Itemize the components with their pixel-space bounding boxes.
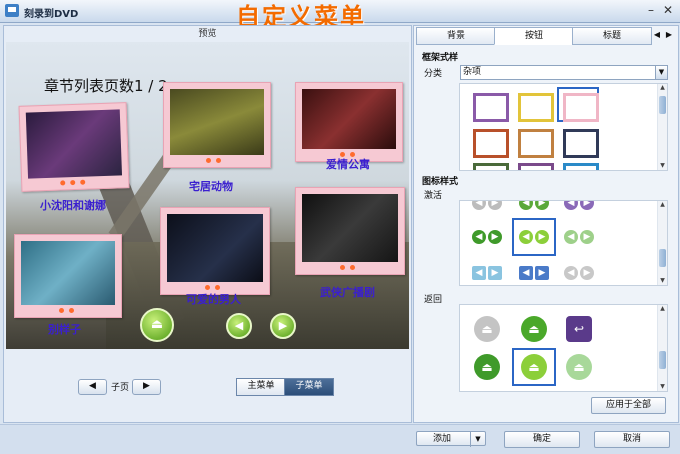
chapter-thumbnail-4[interactable]	[14, 234, 122, 318]
return-label: 返回	[424, 295, 443, 305]
chapter-thumbnail-2[interactable]	[163, 82, 271, 168]
frame-style-option[interactable]	[470, 160, 509, 170]
preview-panel: 预览 章节列表页数1 / 2 小沈阳和谢娜 宅居动物 爱情公寓 别样子 可爱的男…	[3, 25, 412, 423]
chapter-caption-2[interactable]: 宅居动物	[189, 178, 233, 194]
settings-panel: 背景 按钮 标题 ◀ ▶ 框架式样 分类 杂项 ▼ ▲ ▼ 图标样式 激活 ◀ ▶ …	[413, 25, 679, 423]
frame-style-option-selected[interactable]	[557, 87, 599, 122]
frame-style-label: 框架式样	[422, 53, 459, 63]
icon-style-option-selected[interactable]: ⏏	[512, 348, 556, 386]
category-select[interactable]: 杂项 ▼	[460, 65, 668, 80]
frame-style-option[interactable]	[470, 126, 509, 158]
chapter-thumbnail-1[interactable]	[18, 102, 130, 192]
icon-style-option[interactable]: ⏏	[468, 351, 506, 383]
return-grid-scrollbar[interactable]: ▲ ▼	[657, 305, 667, 391]
frame-style-option[interactable]	[515, 90, 554, 122]
frame-grid-scrollbar[interactable]: ▲ ▼	[657, 84, 667, 170]
chapter-thumbnail-3[interactable]	[295, 82, 403, 162]
prev-subpage-button[interactable]: ◀	[78, 379, 107, 395]
chapter-caption-5[interactable]: 可爱的男人	[186, 291, 241, 307]
icon-style-option[interactable]: ⏏	[515, 313, 553, 345]
chevron-down-icon: ▼	[470, 432, 485, 447]
icon-style-option[interactable]: ◀ ▶	[560, 201, 598, 219]
main-menu-toggle[interactable]: 主菜单	[236, 378, 286, 396]
apply-to-all-button[interactable]: 应用于全部	[591, 397, 666, 414]
icon-style-option[interactable]: ⏏	[468, 313, 506, 345]
chevron-down-icon: ▼	[655, 66, 667, 79]
cancel-button[interactable]: 取消	[594, 431, 670, 448]
eject-icon: ⏏	[566, 354, 592, 380]
ok-button[interactable]: 确定	[504, 431, 580, 448]
activate-grid-scrollbar[interactable]: ▲ ▼	[657, 201, 667, 285]
arrow-left-icon: ◀	[234, 319, 244, 332]
page-title: 章节列表页数1 / 2	[44, 77, 168, 95]
chapter-thumbnail-5[interactable]	[160, 207, 270, 295]
eject-icon: ⏏	[474, 354, 500, 380]
icon-style-option[interactable]: ◀ ▶	[515, 257, 553, 285]
minimize-button[interactable]: –	[643, 3, 659, 18]
icon-style-option[interactable]: ◀ ▶	[468, 257, 506, 285]
chapter-caption-6[interactable]: 武侠广播剧	[320, 284, 375, 300]
frame-style-option[interactable]	[470, 90, 509, 122]
icon-style-option[interactable]: ◀ ▶	[515, 201, 553, 219]
icon-style-option[interactable]: ◀ ▶	[468, 201, 506, 219]
activate-icon-grid: ◀ ▶ ◀ ▶ ◀ ▶ ◀ ▶ ◀ ▶ ◀ ▶ ◀ ▶ ◀ ▶ ◀ ▶ ▲ ▼	[459, 200, 668, 286]
return-icon-grid: ⏏ ⏏ ↩ ⏏ ⏏ ⏏ ▲ ▼	[459, 304, 668, 392]
frame-style-option[interactable]	[560, 126, 599, 158]
icon-style-option[interactable]: ◀ ▶	[468, 221, 506, 253]
tab-scroll-left-icon[interactable]: ◀	[652, 27, 662, 43]
preview-navigation: ◀ 子页 ▶ 主菜单 子菜单	[4, 376, 411, 400]
previous-page-button[interactable]: ◀	[226, 313, 252, 339]
next-subpage-button[interactable]: ▶	[132, 379, 161, 395]
chapter-caption-3[interactable]: 爱情公寓	[326, 156, 370, 172]
frame-style-option[interactable]	[515, 160, 554, 170]
tab-scroll-right-icon[interactable]: ▶	[664, 27, 674, 43]
eject-icon: ⏏	[521, 316, 547, 342]
subpage-label: 子页	[111, 383, 130, 393]
icon-style-option[interactable]: ◀ ▶	[560, 221, 598, 253]
window-title: 刻录到DVD	[24, 9, 79, 20]
settings-tabs: 背景 按钮 标题 ◀ ▶	[416, 27, 676, 45]
arrow-right-icon: ▶	[278, 319, 288, 332]
tab-buttons[interactable]: 按钮	[494, 27, 574, 45]
frame-style-grid: ▲ ▼	[459, 83, 668, 171]
tab-background[interactable]: 背景	[416, 27, 496, 45]
chapter-thumbnail-6[interactable]	[295, 187, 405, 275]
eject-icon: ⏏	[474, 316, 500, 342]
chapter-caption-1[interactable]: 小沈阳和谢娜	[40, 197, 106, 213]
next-page-button[interactable]: ▶	[270, 313, 296, 339]
icon-style-option[interactable]: ◀ ▶	[560, 257, 598, 285]
home-button[interactable]: ⏏	[140, 308, 174, 342]
sub-menu-toggle[interactable]: 子菜单	[284, 378, 334, 396]
chapter-caption-4[interactable]: 别样子	[48, 321, 81, 337]
icon-style-option[interactable]: ↩	[560, 313, 598, 345]
icon-style-option[interactable]: ⏏	[560, 351, 598, 383]
return-arrow-icon: ↩	[566, 316, 592, 342]
footer-bar: 添加 ▼ 确定 取消	[0, 424, 680, 454]
category-value: 杂项	[463, 67, 482, 77]
activate-label: 激活	[424, 191, 443, 201]
menu-preview-canvas: 章节列表页数1 / 2 小沈阳和谢娜 宅居动物 爱情公寓 别样子 可爱的男人 武…	[6, 42, 409, 349]
tab-title[interactable]: 标题	[572, 27, 652, 45]
category-label: 分类	[424, 69, 443, 79]
app-icon	[5, 4, 19, 17]
add-button[interactable]: 添加 ▼	[416, 431, 486, 447]
preview-header: 预览	[198, 29, 217, 39]
frame-style-option[interactable]	[560, 160, 599, 170]
icon-style-option-selected[interactable]: ◀ ▶	[512, 218, 556, 256]
icon-style-label: 图标样式	[422, 177, 459, 187]
eject-icon: ⏏	[521, 354, 547, 380]
close-button[interactable]: ✕	[660, 3, 676, 18]
add-button-label: 添加	[433, 434, 452, 444]
eject-icon: ⏏	[150, 317, 164, 332]
frame-style-option[interactable]	[515, 126, 554, 158]
